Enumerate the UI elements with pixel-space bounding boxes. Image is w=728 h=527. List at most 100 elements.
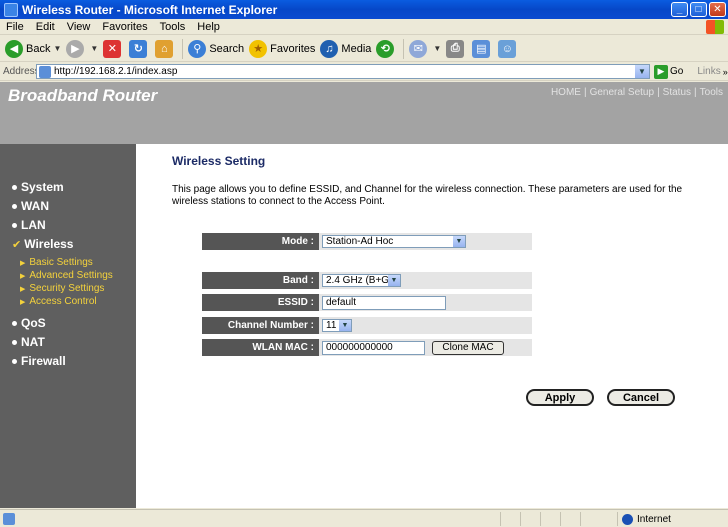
mode-label: Mode :	[202, 233, 319, 250]
sidebar-item-firewall[interactable]: Firewall	[12, 354, 66, 368]
sidebar-item-lan[interactable]: LAN	[12, 218, 46, 232]
essid-label: ESSID :	[202, 294, 319, 311]
nav-tools[interactable]: Tools	[699, 87, 724, 98]
edit-button[interactable]: ▤	[472, 39, 493, 58]
essid-input[interactable]: default	[322, 295, 446, 310]
menu-favorites[interactable]: Favorites	[96, 21, 153, 33]
bullet-icon	[12, 320, 17, 326]
apply-button[interactable]: Apply	[526, 389, 594, 406]
channel-select[interactable]: 11 ▼	[322, 319, 352, 332]
wlan-mac-row: WLAN MAC : 000000000000 Clone MAC	[202, 339, 532, 356]
sidebar: System WAN LAN ✔ Wireless ▶ Basic Settings…	[0, 144, 136, 508]
security-zone: Internet	[617, 512, 671, 526]
bullet-icon	[12, 358, 17, 364]
go-button[interactable]: ▶ Go	[654, 64, 683, 79]
mode-row: Mode : Station-Ad Hoc ▼	[202, 233, 532, 250]
channel-row: Channel Number : 11 ▼	[202, 317, 532, 334]
window-titlebar: Wireless Router - Microsoft Internet Exp…	[0, 0, 728, 19]
mail-icon: ✉	[409, 39, 428, 58]
messenger-icon: ☺	[498, 39, 517, 58]
cancel-button[interactable]: Cancel	[607, 389, 675, 406]
sidebar-item-wireless[interactable]: ✔ Wireless	[12, 237, 73, 251]
search-button[interactable]: ⚲ Search	[188, 39, 244, 58]
clone-mac-button[interactable]: Clone MAC	[432, 340, 504, 355]
search-icon: ⚲	[188, 39, 207, 58]
globe-icon	[622, 513, 633, 525]
bullet-icon	[12, 184, 17, 190]
menu-bar: File Edit View Favorites Tools Help	[0, 19, 728, 35]
nav-status[interactable]: Status	[662, 87, 692, 98]
chevron-down-icon: ▼	[388, 275, 400, 286]
maximize-button[interactable]: □	[690, 2, 707, 17]
ie-icon	[4, 2, 18, 17]
refresh-icon: ↻	[129, 39, 148, 58]
sidebar-sub-access-control[interactable]: ▶ Access Control	[20, 296, 97, 307]
router-header: Broadband Router HOME | General Setup | Stat…	[0, 82, 728, 144]
menu-view[interactable]: View	[61, 21, 97, 33]
band-label: Band :	[202, 272, 319, 289]
history-icon: ⟲	[376, 39, 395, 58]
menu-file[interactable]: File	[0, 21, 30, 33]
arrow-right-icon: ▶	[20, 259, 26, 267]
go-arrow-icon: ▶	[654, 64, 668, 79]
arrow-right-icon: ▶	[20, 272, 26, 280]
sidebar-sub-basic-settings[interactable]: ▶ Basic Settings	[20, 257, 93, 268]
page-description: This page allows you to define ESSID, an…	[172, 184, 683, 207]
main-content: Wireless Setting This page allows you to…	[172, 154, 692, 207]
bullet-icon	[12, 203, 17, 209]
sidebar-sub-security-settings[interactable]: ▶ Security Settings	[20, 283, 104, 294]
close-button[interactable]: ✕	[709, 2, 726, 17]
nav-general-setup[interactable]: General Setup	[589, 87, 656, 98]
band-row: Band : 2.4 GHz (B+G) ▼	[202, 272, 532, 289]
chevron-down-icon: ▼	[339, 320, 351, 331]
links-chevron-icon[interactable]: »	[723, 67, 728, 77]
address-input[interactable]: http://192.168.2.1/index.asp ▼	[36, 64, 650, 79]
band-select[interactable]: 2.4 GHz (B+G) ▼	[322, 274, 401, 287]
brand-logo: Broadband Router	[8, 86, 158, 105]
mail-button[interactable]: ✉ ▼	[409, 39, 441, 58]
sidebar-item-wan[interactable]: WAN	[12, 199, 49, 213]
address-label: Address	[3, 66, 40, 77]
arrow-right-icon: ▶	[20, 298, 26, 306]
back-arrow-icon: ◀	[5, 39, 23, 58]
menu-help[interactable]: Help	[191, 21, 226, 33]
chevron-down-icon: ▼	[453, 236, 465, 247]
sidebar-item-system[interactable]: System	[12, 180, 64, 194]
forward-button[interactable]: ▶ ▼	[66, 39, 98, 58]
menu-tools[interactable]: Tools	[154, 21, 192, 33]
refresh-button[interactable]: ↻	[129, 39, 150, 58]
address-url: http://192.168.2.1/index.asp	[54, 66, 178, 77]
stop-button[interactable]: ✕	[103, 39, 124, 58]
favorites-button[interactable]: ★ Favorites	[249, 39, 315, 58]
sidebar-sub-advanced-settings[interactable]: ▶ Advanced Settings	[20, 270, 113, 281]
bullet-icon	[12, 339, 17, 345]
print-icon: ⎙	[446, 39, 465, 58]
arrow-right-icon: ▶	[20, 285, 26, 293]
media-button[interactable]: ♫ Media	[320, 39, 371, 58]
sidebar-item-nat[interactable]: NAT	[12, 335, 45, 349]
home-button[interactable]: ⌂	[155, 39, 176, 58]
windows-logo-icon	[706, 20, 724, 34]
messenger-button[interactable]: ☺	[498, 39, 519, 58]
channel-label: Channel Number :	[202, 317, 319, 334]
wlan-mac-label: WLAN MAC :	[202, 339, 319, 356]
sidebar-item-qos[interactable]: QoS	[12, 316, 46, 330]
mode-select[interactable]: Station-Ad Hoc ▼	[322, 235, 466, 248]
address-dropdown-icon[interactable]: ▼	[635, 65, 649, 78]
menu-edit[interactable]: Edit	[30, 21, 61, 33]
wlan-mac-input[interactable]: 000000000000	[322, 340, 425, 355]
back-button[interactable]: ◀ Back ▼	[5, 39, 61, 58]
links-button[interactable]: Links	[697, 66, 720, 77]
checkmark-icon: ✔	[12, 238, 22, 251]
minimize-button[interactable]: _	[671, 2, 688, 17]
page-status-icon	[3, 512, 15, 525]
web-page: Broadband Router HOME | General Setup | Stat…	[0, 82, 728, 508]
print-button[interactable]: ⎙	[446, 39, 467, 58]
nav-home[interactable]: HOME	[550, 87, 582, 98]
window-title: Wireless Router - Microsoft Internet Exp…	[22, 2, 278, 17]
history-button[interactable]: ⟲	[376, 39, 397, 58]
status-bar: Internet	[0, 509, 728, 527]
toolbar: ◀ Back ▼ ▶ ▼ ✕ ↻ ⌂ ⚲ Search ★ Favorites ♫ …	[0, 36, 728, 62]
page-icon	[39, 65, 51, 78]
edit-page-icon: ▤	[472, 39, 491, 58]
